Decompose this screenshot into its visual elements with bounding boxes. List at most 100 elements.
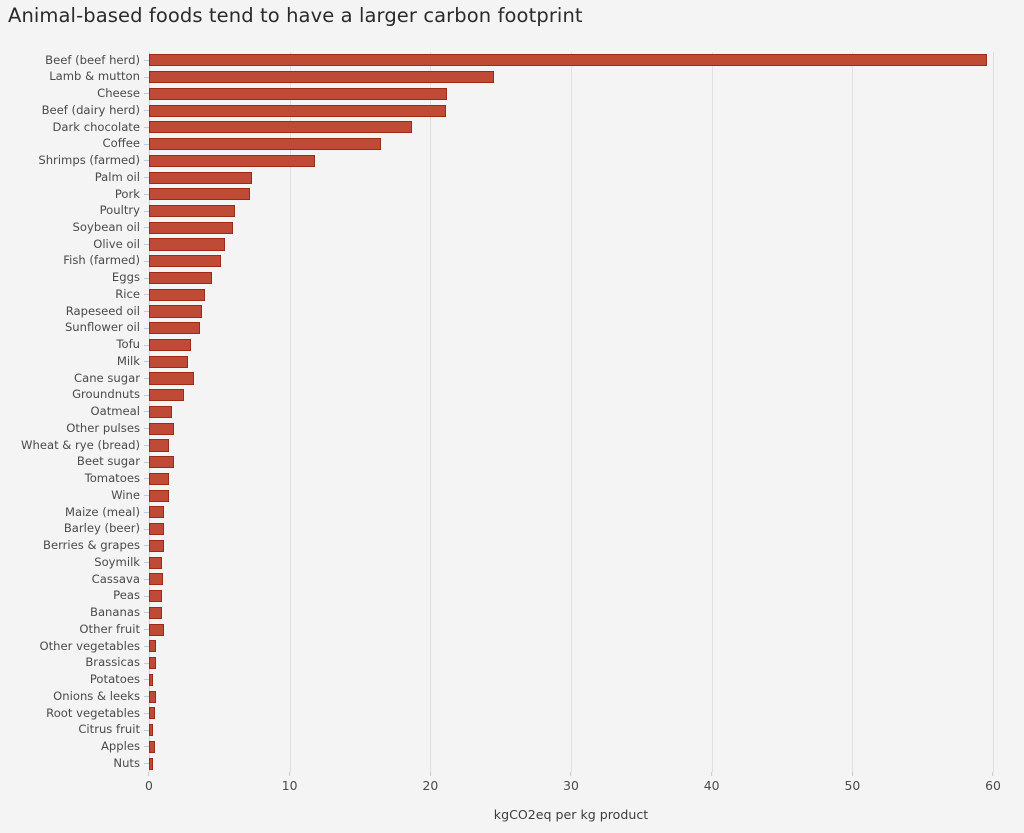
bar[interactable]	[149, 456, 175, 469]
bar-row	[149, 672, 993, 689]
bar[interactable]	[149, 322, 200, 335]
y-axis: Beef (beef herd) Lamb & mutton Cheese Beef …	[0, 52, 149, 772]
y-tick-label: Tomatoes	[84, 471, 140, 486]
bar[interactable]	[149, 171, 252, 184]
bar[interactable]	[149, 271, 213, 285]
y-tick-label: Poultry	[99, 203, 140, 218]
y-tick-label: Brassicas	[85, 655, 140, 670]
bar[interactable]	[149, 539, 165, 552]
y-tick-label: Shrimps (farmed)	[38, 153, 140, 168]
y-tick: Beef (dairy herd)	[0, 102, 149, 119]
y-tick: Lamb & mutton	[0, 69, 149, 86]
y-tick: Cane sugar	[0, 370, 149, 387]
bar[interactable]	[149, 255, 221, 268]
y-tick: Soymilk	[0, 554, 149, 571]
bar[interactable]	[149, 87, 448, 100]
bar-row	[149, 52, 993, 69]
bar[interactable]	[149, 606, 162, 619]
y-tick-label: Fish (farmed)	[63, 253, 140, 268]
bar[interactable]	[149, 690, 157, 703]
y-tick: Barley (beer)	[0, 521, 149, 538]
bar[interactable]	[149, 221, 234, 234]
y-tick-label: Milk	[116, 353, 140, 368]
bar[interactable]	[149, 673, 154, 686]
y-tick: Apples	[0, 739, 149, 756]
y-tick: Brassicas	[0, 655, 149, 672]
bar[interactable]	[149, 104, 446, 117]
bar[interactable]	[149, 389, 185, 402]
x-tick: 30	[563, 772, 579, 792]
y-tick: Tomatoes	[0, 471, 149, 488]
y-tick-label: Lamb & mutton	[49, 69, 140, 84]
bar-row	[149, 521, 993, 538]
bar-row	[149, 303, 993, 320]
bar-row	[149, 102, 993, 119]
bar[interactable]	[149, 573, 164, 586]
bar[interactable]	[149, 489, 169, 502]
y-tick-label: Root vegetables	[46, 705, 140, 720]
bar[interactable]	[149, 523, 165, 536]
x-tick-label: 30	[563, 778, 579, 793]
bar[interactable]	[149, 188, 251, 201]
bar[interactable]	[149, 204, 235, 218]
y-tick: Nuts	[0, 755, 149, 772]
bar[interactable]	[149, 657, 157, 670]
y-tick-label: Dark chocolate	[52, 119, 141, 134]
bar[interactable]	[149, 305, 203, 318]
y-tick: Shrimps (farmed)	[0, 152, 149, 169]
bar[interactable]	[149, 121, 413, 134]
bar[interactable]	[149, 54, 988, 67]
bar[interactable]	[149, 740, 155, 753]
bar[interactable]	[149, 590, 162, 603]
bar[interactable]	[149, 640, 157, 653]
y-tick-label: Cane sugar	[74, 370, 140, 385]
bar[interactable]	[149, 757, 154, 770]
y-tick-label: Other pulses	[66, 420, 140, 435]
y-tick-label: Cheese	[97, 86, 140, 101]
y-tick: Citrus fruit	[0, 722, 149, 739]
bar[interactable]	[149, 372, 194, 385]
bar[interactable]	[149, 472, 169, 485]
bar-row	[149, 420, 993, 437]
x-tick-mark	[992, 772, 994, 776]
bar[interactable]	[149, 288, 206, 301]
bar-row	[149, 353, 993, 370]
y-tick: Olive oil	[0, 236, 149, 253]
bar[interactable]	[149, 355, 189, 368]
x-tick-label: 10	[281, 778, 298, 793]
bar-row	[149, 437, 993, 454]
bar[interactable]	[149, 556, 162, 569]
bar[interactable]	[149, 707, 155, 720]
bar[interactable]	[149, 623, 165, 636]
plot-area	[149, 52, 994, 772]
bar[interactable]	[149, 338, 192, 352]
bar-row	[149, 705, 993, 722]
bar[interactable]	[149, 506, 165, 519]
y-tick: Rapeseed oil	[0, 303, 149, 320]
bar[interactable]	[149, 405, 172, 419]
y-tick: Eggs	[0, 270, 149, 287]
x-tick-mark	[429, 772, 431, 776]
gridline-60	[993, 52, 994, 772]
bar[interactable]	[149, 71, 494, 84]
bar[interactable]	[149, 422, 175, 435]
bar-row	[149, 270, 993, 287]
y-tick-label: Apples	[100, 739, 140, 754]
y-tick-label: Cassava	[91, 571, 140, 586]
y-tick: Sunflower oil	[0, 320, 149, 337]
bar[interactable]	[149, 724, 154, 737]
bar-row	[149, 471, 993, 488]
bar-row	[149, 370, 993, 387]
y-tick: Coffee	[0, 136, 149, 153]
y-tick-label: Groundnuts	[72, 387, 140, 402]
y-tick: Other fruit	[0, 621, 149, 638]
y-tick-label: Beef (dairy herd)	[41, 102, 140, 117]
y-tick: Oatmeal	[0, 404, 149, 421]
bar-row	[149, 739, 993, 756]
bar-row	[149, 169, 993, 186]
bar[interactable]	[149, 439, 169, 452]
x-tick-label: 20	[422, 778, 439, 793]
bar[interactable]	[149, 238, 225, 251]
bar[interactable]	[149, 138, 382, 151]
bar[interactable]	[149, 154, 315, 167]
